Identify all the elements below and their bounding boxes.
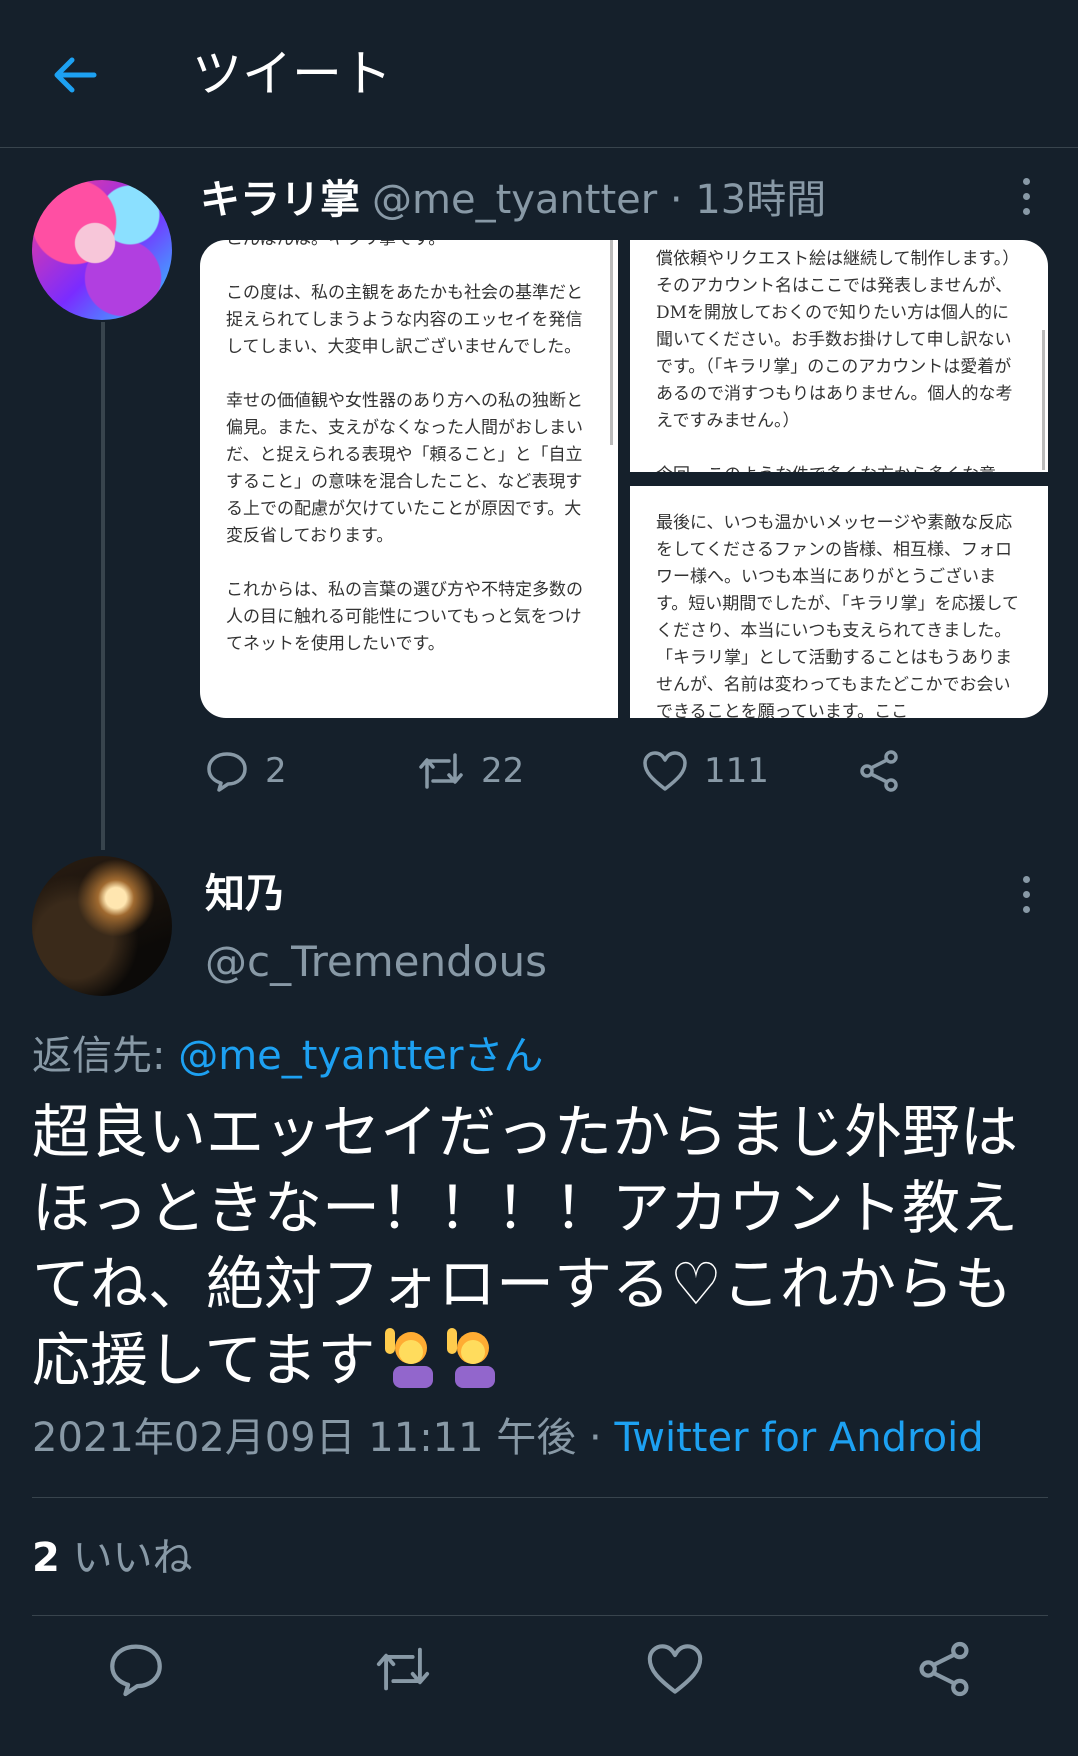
header-bar xyxy=(0,0,1078,148)
share-button[interactable] xyxy=(857,745,901,797)
timestamp: 2021年02月09日 11:11 午後 · xyxy=(32,1415,615,1461)
retweet-button[interactable]: 22 xyxy=(417,745,524,797)
author-name[interactable]: キラリ掌 xyxy=(200,172,360,228)
tweet-actions: 2 22 111 xyxy=(205,745,925,797)
author-handle-and-time: @me_tyantter · 13時間 xyxy=(372,177,827,223)
divider xyxy=(32,1497,1048,1498)
author-name[interactable]: 知乃 xyxy=(205,866,285,922)
reply-icon[interactable] xyxy=(107,1640,165,1698)
divider xyxy=(32,1615,1048,1616)
reply-button[interactable]: 2 xyxy=(205,745,287,797)
tweet-image-2[interactable]: 償依頼やリクエスト絵は継続して制作します。）そのアカウント名はここでは発表しませ… xyxy=(630,240,1048,472)
tweet-media-grid: こんばんは。キラリ掌です。 この度は、私の主観をあたかも社会の基準だと捉えられて… xyxy=(200,240,1048,718)
reply-count: 2 xyxy=(265,751,287,791)
reply-to-link[interactable]: @me_tyantterさん xyxy=(178,1033,543,1079)
likes-label: いいね xyxy=(59,1535,193,1581)
like-icon[interactable] xyxy=(646,1640,704,1698)
reply-to-label: 返信先: xyxy=(32,1033,179,1079)
share-icon xyxy=(860,750,898,792)
tweet-text: 超良いエッセイだったからまじ外野はほっときなー！！！！アカウント教えてね、絶対フ… xyxy=(32,1094,1052,1398)
image-text: こんばんは。キラリ掌です。 この度は、私の主観をあたかも社会の基準だと捉えられて… xyxy=(226,240,583,654)
back-arrow-icon[interactable] xyxy=(50,50,100,100)
reply-icon xyxy=(207,752,247,792)
image-text: 償依頼やリクエスト絵は継続して制作します。）そのアカウント名はここでは発表しませ… xyxy=(656,249,1020,472)
retweet-icon[interactable] xyxy=(374,1640,432,1698)
more-icon[interactable] xyxy=(1016,178,1036,218)
likes-summary[interactable]: 2 いいね xyxy=(32,1530,193,1586)
avatar[interactable] xyxy=(32,856,172,996)
likes-count: 2 xyxy=(32,1535,60,1581)
image-scrollbar xyxy=(1042,330,1045,470)
like-count: 111 xyxy=(704,751,769,791)
retweet-count: 22 xyxy=(481,751,525,791)
image-text: 最後に、いつも温かいメッセージや素敵な反応をしてくださるファンの皆様、相互様、フ… xyxy=(656,513,1019,718)
avatar[interactable] xyxy=(32,180,172,320)
author-handle: @c_Tremendous xyxy=(205,937,547,986)
retweet-icon xyxy=(419,753,463,789)
tweet-meta: 2021年02月09日 11:11 午後 · Twitter for Andro… xyxy=(32,1410,984,1466)
share-icon[interactable] xyxy=(915,1640,973,1698)
source-link[interactable]: Twitter for Android xyxy=(614,1415,983,1461)
more-icon[interactable] xyxy=(1016,876,1036,916)
thread-connector-line xyxy=(101,322,105,850)
image-scrollbar xyxy=(610,240,613,445)
person-raising-hand-emoji xyxy=(381,1324,437,1390)
like-icon xyxy=(643,751,687,791)
like-button[interactable]: 111 xyxy=(642,745,769,797)
tweet-image-3[interactable]: 最後に、いつも温かいメッセージや素敵な反応をしてくださるファンの皆様、相互様、フ… xyxy=(630,486,1048,718)
tweet-text-content: 超良いエッセイだったからまじ外野はほっときなー！！！！アカウント教えてね、絶対フ… xyxy=(32,1098,1019,1394)
tweet-action-bar xyxy=(0,1640,1078,1720)
tweet-image-1[interactable]: こんばんは。キラリ掌です。 この度は、私の主観をあたかも社会の基準だと捉えられて… xyxy=(200,240,618,718)
person-raising-hand-emoji xyxy=(443,1324,499,1390)
page-title: ツイート xyxy=(192,45,392,103)
reply-to-line: 返信先: @me_tyantterさん xyxy=(32,1028,543,1084)
